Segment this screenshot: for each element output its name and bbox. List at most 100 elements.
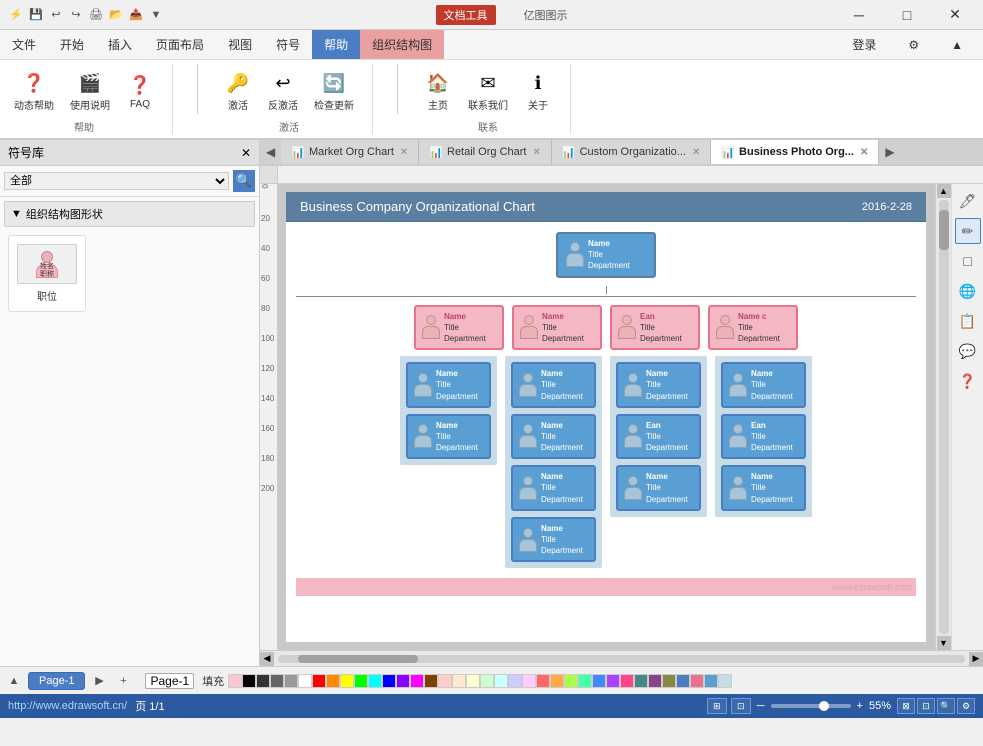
v-scroll-thumb[interactable] [939, 210, 949, 250]
view-mode-2[interactable]: ⊡ [731, 698, 751, 714]
color-swatch-teal[interactable] [634, 674, 648, 688]
color-swatch-steelblue[interactable] [676, 674, 690, 688]
tutorial-btn[interactable]: 🎬 使用说明 [64, 65, 116, 116]
tab-close-business[interactable]: ✕ [860, 147, 868, 158]
org-node-l2-3[interactable]: Ean Title Department [610, 305, 700, 351]
menu-symbols[interactable]: 符号 [264, 30, 312, 59]
color-swatch-salmon[interactable] [536, 674, 550, 688]
print-icon[interactable]: 🖨 [88, 7, 104, 23]
page-add-btn[interactable]: + [113, 671, 133, 691]
menu-insert[interactable]: 插入 [96, 30, 144, 59]
v-scroll-down[interactable]: ▼ [937, 636, 951, 650]
org-node-l3-3-3[interactable]: Name Title Department [616, 465, 701, 511]
org-node-l2-4[interactable]: Name c Title Department [708, 305, 798, 351]
menu-orgchart[interactable]: 组织结构图 [360, 30, 444, 59]
right-tool-clipboard[interactable]: 📋 [955, 308, 981, 334]
maximize-btn[interactable]: □ [887, 1, 927, 29]
settings-btn[interactable]: ⚙ [896, 38, 931, 52]
menu-start[interactable]: 开始 [48, 30, 96, 59]
org-node-l3-2-4[interactable]: Name Title Department [511, 517, 596, 563]
view-mode-1[interactable]: ⊞ [707, 698, 727, 714]
doc-tab-market[interactable]: 📊 Market Org Chart ✕ [281, 140, 419, 164]
color-swatch-yellow[interactable] [340, 674, 354, 688]
extra-btn-1[interactable]: ⊠ [897, 698, 915, 714]
color-swatch-black[interactable] [242, 674, 256, 688]
org-node-l2-1[interactable]: Name Title Department [414, 305, 504, 351]
symbol-section-header[interactable]: ▼ 组织结构图形状 [4, 201, 255, 227]
color-swatch-green[interactable] [354, 674, 368, 688]
more-icon[interactable]: ▼ [148, 7, 164, 23]
color-swatch-red[interactable] [312, 674, 326, 688]
org-node-l3-2-1[interactable]: Name Title Department [511, 362, 596, 408]
color-swatch-orange[interactable] [326, 674, 340, 688]
right-tool-pencil[interactable]: ✏ [955, 218, 981, 244]
color-swatch-brown[interactable] [424, 674, 438, 688]
zoom-plus[interactable]: + [857, 700, 863, 712]
export-icon[interactable]: 📤 [128, 7, 144, 23]
color-swatch-plum[interactable] [648, 674, 662, 688]
close-btn[interactable]: ✕ [935, 1, 975, 29]
extra-btn-4[interactable]: ⚙ [957, 698, 975, 714]
symbol-lib-close[interactable]: ✕ [241, 146, 251, 160]
color-swatch-lightmagenta[interactable] [522, 674, 536, 688]
color-swatch-darkgray[interactable] [256, 674, 270, 688]
minimize-btn[interactable]: ─ [839, 1, 879, 29]
right-tool-globe[interactable]: 🌐 [955, 278, 981, 304]
dynamic-help-btn[interactable]: ❓ 动态帮助 [8, 65, 60, 116]
symbol-category-select[interactable]: 全部 [4, 172, 229, 190]
tab-scroll-right[interactable]: ▶ [879, 140, 900, 164]
color-swatch-white[interactable] [298, 674, 312, 688]
doc-tab-business[interactable]: 📊 Business Photo Org... ✕ [711, 140, 879, 164]
tab-close-market[interactable]: ✕ [400, 147, 408, 158]
extra-btn-2[interactable]: ⊡ [917, 698, 935, 714]
tab-close-retail[interactable]: ✕ [532, 147, 540, 158]
activate-btn[interactable]: 🔑 激活 [218, 65, 258, 116]
color-swatch-olive[interactable] [662, 674, 676, 688]
right-tool-help[interactable]: ❓ [955, 368, 981, 394]
color-swatch-powder[interactable] [718, 674, 732, 688]
save-icon[interactable]: 💾 [28, 7, 44, 23]
doc-tab-custom[interactable]: 📊 Custom Organizatio... ✕ [552, 140, 711, 164]
v-scrollbar[interactable]: ▲ ▼ [935, 184, 951, 650]
org-node-l3-3-2[interactable]: Ean Title Department [616, 414, 701, 460]
tab-scroll-left[interactable]: ◀ [260, 140, 281, 164]
extra-btn-3[interactable]: 🔍 [937, 698, 955, 714]
color-swatch-lightgreen[interactable] [480, 674, 494, 688]
color-swatch-peach[interactable] [452, 674, 466, 688]
page-tab-1[interactable]: Page-1 [28, 672, 85, 690]
contact-btn[interactable]: ✉ 联系我们 [462, 65, 514, 116]
faq-btn[interactable]: ❓ FAQ [120, 67, 160, 114]
menu-pagelayout[interactable]: 页面布局 [144, 30, 216, 59]
right-tool-pen[interactable]: 🖊 [955, 188, 981, 214]
menu-help[interactable]: 帮助 [312, 30, 360, 59]
org-node-l3-4-1[interactable]: Name Title Department [721, 362, 806, 408]
main-canvas[interactable]: Business Company Organizational Chart 20… [278, 184, 935, 650]
check-update-btn[interactable]: 🔄 检查更新 [308, 65, 360, 116]
zoom-slider[interactable] [771, 704, 851, 708]
color-swatch-hotpink[interactable] [620, 674, 634, 688]
color-swatch-lavender[interactable] [508, 674, 522, 688]
tab-close-custom[interactable]: ✕ [692, 147, 700, 158]
org-node-l3-1-1[interactable]: Name Title Department [406, 362, 491, 408]
color-swatch-gray[interactable] [270, 674, 284, 688]
org-node-l3-4-2[interactable]: Ean Title Department [721, 414, 806, 460]
h-scroll-right[interactable]: ▶ [969, 652, 983, 666]
color-swatch-blue[interactable] [382, 674, 396, 688]
color-swatch-rose[interactable] [690, 674, 704, 688]
org-node-l3-2-3[interactable]: Name Title Department [511, 465, 596, 511]
collapse-btn[interactable]: ▲ [939, 38, 975, 52]
right-tool-shape[interactable]: □ [955, 248, 981, 274]
color-swatch-magenta[interactable] [410, 674, 424, 688]
deactivate-btn[interactable]: ↩ 反激活 [262, 65, 304, 116]
org-node-l2-2[interactable]: Name Title Department [512, 305, 602, 351]
h-scrollbar[interactable]: ◀ ▶ [260, 650, 983, 666]
color-swatch-lime[interactable] [564, 674, 578, 688]
color-swatch-cornflower[interactable] [592, 674, 606, 688]
color-swatch-pink[interactable] [228, 674, 242, 688]
open-icon[interactable]: 📂 [108, 7, 124, 23]
color-swatch-purple[interactable] [396, 674, 410, 688]
redo-icon[interactable]: ↪ [68, 7, 84, 23]
page-nav-up[interactable]: ▲ [4, 671, 24, 691]
org-node-l3-2-2[interactable]: Name Title Department [511, 414, 596, 460]
zoom-minus[interactable]: ─ [757, 700, 765, 712]
